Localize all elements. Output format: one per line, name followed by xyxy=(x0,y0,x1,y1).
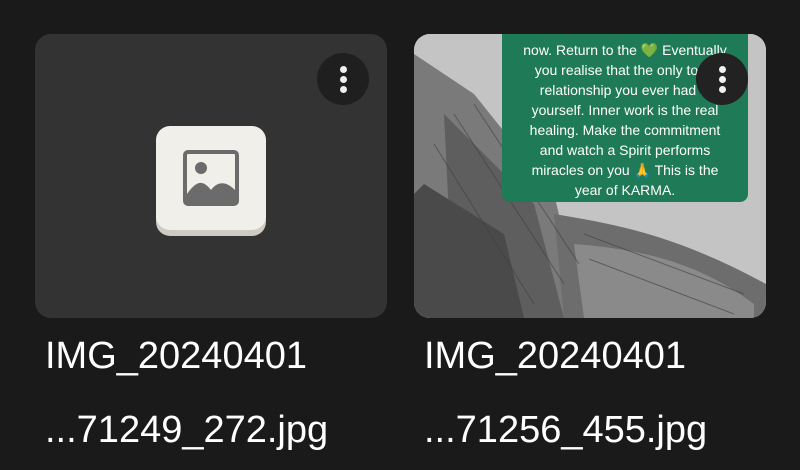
photo-text-line: and watch a Spirit performs xyxy=(539,142,711,158)
file-name-line-1: IMG_20240401 xyxy=(45,335,307,377)
file-name-line-2: ...71256_455.jpg xyxy=(424,409,708,451)
file-name-line-1: IMG_20240401 xyxy=(424,335,686,377)
file-thumbnail-2[interactable]: now. Return to the 💚 Eventually you real… xyxy=(414,34,766,318)
file-thumbnail-1[interactable] xyxy=(35,34,387,318)
more-vert-icon-dot xyxy=(340,76,347,83)
more-options-button-1[interactable] xyxy=(317,53,369,105)
image-placeholder-icon xyxy=(156,126,266,230)
more-vert-icon-dot xyxy=(719,86,726,93)
more-vert-icon xyxy=(340,66,347,73)
green-heart-emoji: 💚 xyxy=(640,42,659,58)
more-vert-icon-dot xyxy=(340,86,347,93)
more-options-button-2[interactable] xyxy=(696,53,748,105)
photo-text-line: year of KARMA. xyxy=(574,182,676,198)
photo-text-line: miracles on you 🙏 This is the xyxy=(531,162,719,178)
photo-text-line: yourself. Inner work is the real xyxy=(531,102,719,118)
file-name-2[interactable]: IMG_20240401 ...71256_455.jpg xyxy=(424,334,796,452)
photo-text-line: healing. Make the commitment xyxy=(529,122,721,138)
photo-text-line: now. Return to the xyxy=(523,42,637,58)
file-name-line-2: ...71249_272.jpg xyxy=(45,409,329,451)
more-vert-icon-dot xyxy=(719,76,726,83)
file-name-1[interactable]: IMG_20240401 ...71249_272.jpg xyxy=(45,334,417,452)
more-vert-icon xyxy=(719,66,726,73)
file-grid: now. Return to the 💚 Eventually you real… xyxy=(0,0,800,470)
